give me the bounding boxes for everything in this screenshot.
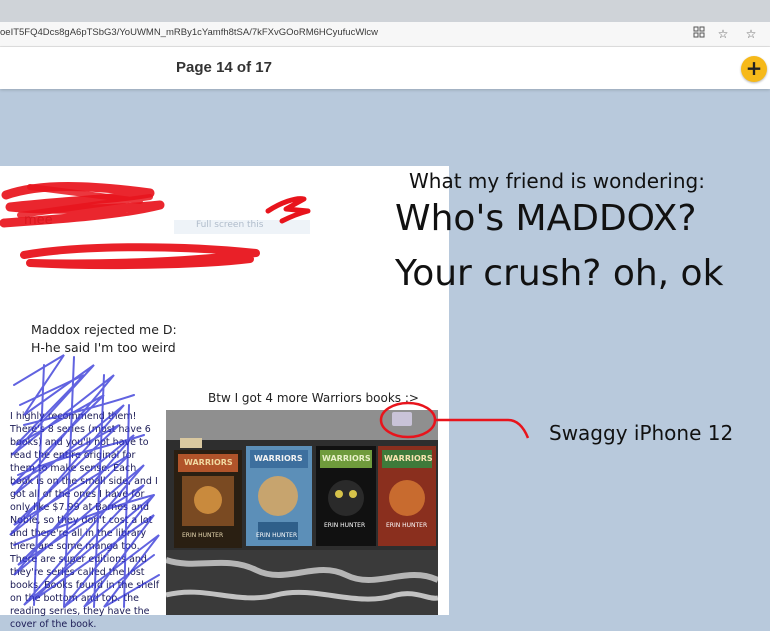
friend-heading: What my friend is wondering: xyxy=(409,169,705,193)
phone-callout xyxy=(379,401,530,439)
book-title-2: WARRIORS xyxy=(254,454,303,463)
url-text[interactable]: oeIT5FQ4Dcs8gA6pTSbG3/YoUWMN_mRBy1cYamfh… xyxy=(0,27,378,38)
book-title-4: WARRIORS xyxy=(384,454,433,463)
phone-label: Swaggy iPhone 12 xyxy=(549,421,734,445)
viewer-toolbar: Page 14 of 17 + xyxy=(0,47,770,89)
question-1: Who's MADDOX? xyxy=(395,198,697,239)
favorite-icon[interactable]: ☆ xyxy=(714,25,732,43)
blue-scribble-overlay xyxy=(9,354,160,608)
book-title-1: WARRIORS xyxy=(184,458,233,467)
favorites-list-icon[interactable]: ☆ xyxy=(742,25,760,43)
address-bar[interactable]: oeIT5FQ4Dcs8gA6pTSbG3/YoUWMN_mRBy1cYamfh… xyxy=(0,22,770,47)
book-title-3: WARRIORS xyxy=(322,454,371,463)
book-author-3: ERIN HUNTER xyxy=(324,522,366,529)
browser-tab-strip xyxy=(0,0,770,22)
add-button[interactable]: + xyxy=(741,56,767,82)
book-author-2: ERIN HUNTER xyxy=(256,532,298,539)
maddox-line-1: Maddox rejected me D: xyxy=(31,322,177,337)
book-author-4: ERIN HUNTER xyxy=(386,522,428,529)
question-2: Your crush? oh, ok xyxy=(395,253,724,294)
plus-icon: + xyxy=(745,56,763,80)
red-scribble-overlay xyxy=(0,182,311,270)
book-author-1: ERIN HUNTER xyxy=(182,532,224,539)
reader-mode-icon[interactable] xyxy=(690,25,708,43)
page-indicator: Page 14 of 17 xyxy=(176,59,272,76)
